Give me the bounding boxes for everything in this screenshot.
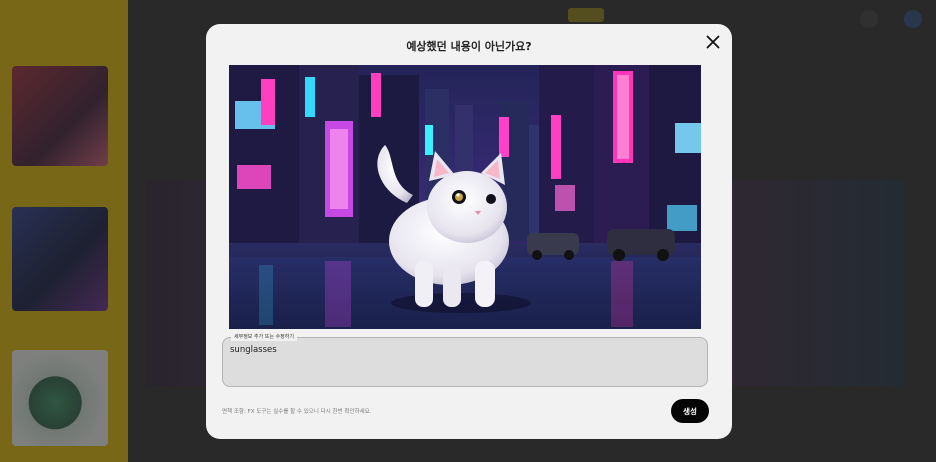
details-field: 세부정보 추가 또는 수정하기 sunglasses [222, 333, 708, 387]
details-field-label: 세부정보 추가 또는 수정하기 [231, 333, 297, 341]
generated-image [229, 65, 701, 329]
close-icon [706, 35, 720, 49]
dialog-title: 예상했던 내용이 아닌가요? [406, 40, 532, 53]
edit-dialog: 예상했던 내용이 아닌가요? 세부정보 추가 또는 수정하기 sunglasse… [206, 24, 732, 439]
disclaimer-text: 면책 조항: FX 도구는 실수를 할 수 있으니 다시 한번 확인하세요. [222, 409, 372, 415]
generate-button[interactable]: 생성 [671, 399, 709, 423]
close-button[interactable] [704, 33, 722, 51]
details-input[interactable]: sunglasses [230, 345, 700, 381]
